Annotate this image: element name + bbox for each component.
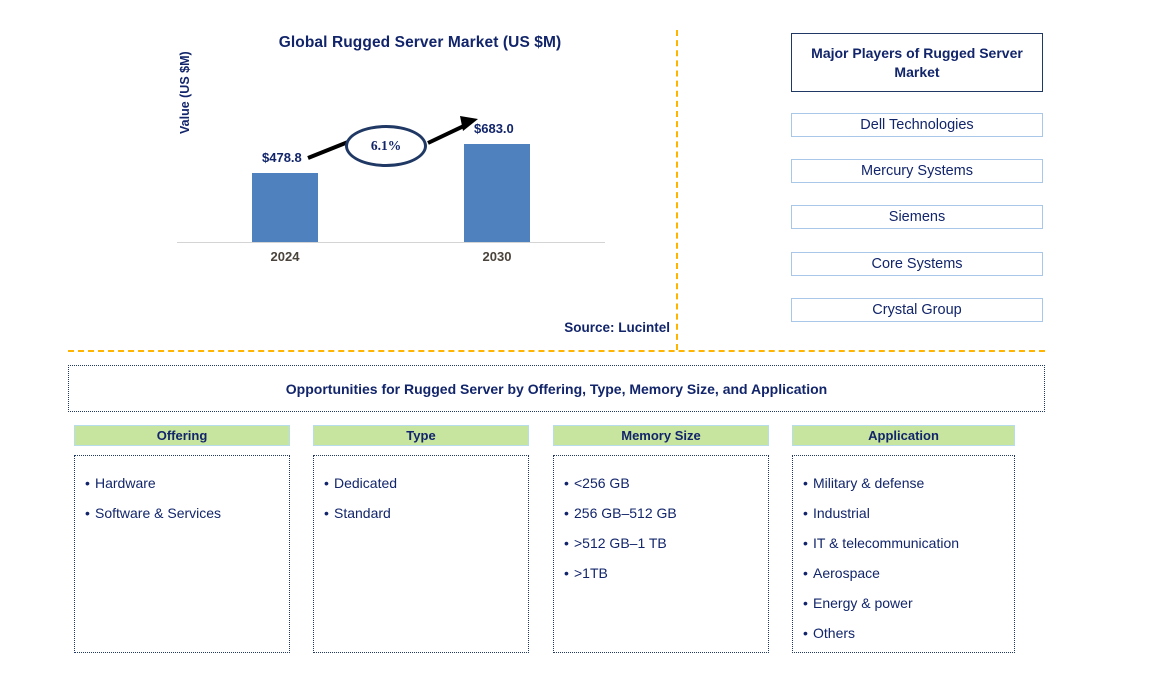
list-item-label: Energy & power <box>813 595 913 611</box>
list-item-label: Hardware <box>95 475 156 491</box>
player-box: Crystal Group <box>791 298 1043 322</box>
list-item: • Standard <box>324 498 518 528</box>
bar-2024 <box>252 173 318 242</box>
list-item: • Hardware <box>85 468 279 498</box>
segment-header: Offering <box>74 425 290 446</box>
list-item-label: Military & defense <box>813 475 925 491</box>
bullet-icon: • <box>564 565 569 581</box>
segment-list: • <256 GB • 256 GB–512 GB • >512 GB–1 TB • >… <box>553 455 769 653</box>
bullet-icon: • <box>564 535 569 551</box>
list-item: • >512 GB–1 TB <box>564 528 758 558</box>
list-item: • >1TB <box>564 558 758 588</box>
source-label: Source: Lucintel <box>564 320 670 335</box>
list-item-label: Others <box>813 625 856 641</box>
opportunities-banner: Opportunities for Rugged Server by Offer… <box>68 365 1045 412</box>
bullet-icon: • <box>324 505 329 521</box>
list-item-label: IT & telecommunication <box>813 535 960 551</box>
list-item-label: >512 GB–1 TB <box>574 535 667 551</box>
segment-column-offering: Offering • Hardware • Software & Services <box>74 425 290 653</box>
segment-header: Memory Size <box>553 425 769 446</box>
list-item: • Others <box>803 618 1004 648</box>
list-item: • Industrial <box>803 498 1004 528</box>
chart-y-axis-label: Value (US $M) <box>178 51 192 134</box>
player-box: Siemens <box>791 205 1043 229</box>
category-label-2030: 2030 <box>482 249 512 264</box>
bullet-icon: • <box>324 475 329 491</box>
bullet-icon: • <box>564 475 569 491</box>
infographic-page: Global Rugged Server Market (US $M) Valu… <box>0 0 1170 693</box>
list-item-label: >1TB <box>574 565 608 581</box>
list-item: • IT & telecommunication <box>803 528 1004 558</box>
list-item-label: Standard <box>334 505 391 521</box>
list-item: • Software & Services <box>85 498 279 528</box>
bullet-icon: • <box>803 475 808 491</box>
list-item: • Energy & power <box>803 588 1004 618</box>
major-players-header: Major Players of Rugged Server Market <box>791 33 1043 92</box>
list-item: • <256 GB <box>564 468 758 498</box>
vertical-divider <box>676 30 678 350</box>
list-item: • 256 GB–512 GB <box>564 498 758 528</box>
list-item-label: <256 GB <box>574 475 630 491</box>
segment-list: • Dedicated • Standard <box>313 455 529 653</box>
list-item-label: Aerospace <box>813 565 880 581</box>
segment-list: • Military & defense • Industrial • IT & te… <box>792 455 1015 653</box>
list-item: • Military & defense <box>803 468 1004 498</box>
bar-value-2024: $478.8 <box>262 150 302 165</box>
segment-header: Application <box>792 425 1015 446</box>
segment-column-application: Application • Military & defense • Industr… <box>792 425 1015 653</box>
segment-header: Type <box>313 425 529 446</box>
bullet-icon: • <box>803 565 808 581</box>
cagr-label: 6.1% <box>370 138 402 153</box>
bullet-icon: • <box>803 505 808 521</box>
category-label-2024: 2024 <box>270 249 300 264</box>
segment-list: • Hardware • Software & Services <box>74 455 290 653</box>
segment-column-type: Type • Dedicated • Standard <box>313 425 529 653</box>
bullet-icon: • <box>803 595 808 611</box>
chart-axis-line <box>177 242 605 243</box>
bullet-icon: • <box>803 625 808 641</box>
bullet-icon: • <box>564 505 569 521</box>
bullet-icon: • <box>803 535 808 551</box>
chart-title: Global Rugged Server Market (US $M) <box>278 34 562 51</box>
bullet-icon: • <box>85 475 90 491</box>
list-item-label: Industrial <box>813 505 870 521</box>
list-item: • Dedicated <box>324 468 518 498</box>
list-item-label: Software & Services <box>95 505 222 521</box>
list-item: • Aerospace <box>803 558 1004 588</box>
player-box: Core Systems <box>791 252 1043 276</box>
segment-column-memory-size: Memory Size • <256 GB • 256 GB–512 GB • >51… <box>553 425 769 653</box>
player-box: Mercury Systems <box>791 159 1043 183</box>
player-box: Dell Technologies <box>791 113 1043 137</box>
list-item-label: Dedicated <box>334 475 398 491</box>
horizontal-divider <box>68 350 1045 352</box>
bullet-icon: • <box>85 505 90 521</box>
list-item-label: 256 GB–512 GB <box>574 505 677 521</box>
